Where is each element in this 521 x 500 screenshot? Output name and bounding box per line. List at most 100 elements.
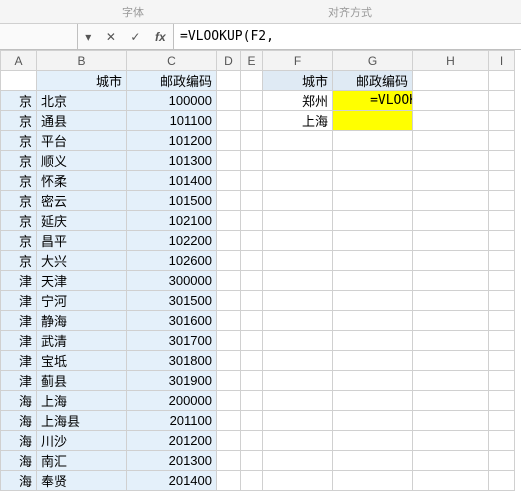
cell[interactable] [263,271,333,291]
cell[interactable] [217,311,241,331]
cell[interactable] [489,271,515,291]
col-E[interactable]: E [241,51,263,71]
cell[interactable] [263,451,333,471]
cell[interactable]: 京 [1,151,37,171]
cell[interactable] [263,431,333,451]
cell[interactable] [241,451,263,471]
cell[interactable] [333,371,413,391]
cell[interactable] [217,451,241,471]
cell[interactable] [489,91,515,111]
dropdown-icon[interactable]: ▾ [85,30,91,44]
cell[interactable] [413,71,489,91]
cell[interactable] [333,451,413,471]
cell[interactable] [217,371,241,391]
cell[interactable] [413,291,489,311]
cell[interactable]: 怀柔 [37,171,127,191]
cell[interactable]: 201200 [127,431,217,451]
cell[interactable] [489,71,515,91]
cell[interactable] [413,391,489,411]
cell[interactable]: 宁河 [37,291,127,311]
cell[interactable] [489,151,515,171]
cell[interactable] [241,191,263,211]
cell[interactable] [489,471,515,491]
cell[interactable] [241,431,263,451]
cell[interactable] [333,351,413,371]
cell[interactable] [333,131,413,151]
cell[interactable]: 101200 [127,131,217,151]
col-F[interactable]: F [263,51,333,71]
cell[interactable] [489,231,515,251]
cell[interactable]: 密云 [37,191,127,211]
cell[interactable] [333,271,413,291]
cell[interactable]: 津 [1,311,37,331]
col-A[interactable]: A [1,51,37,71]
cell[interactable] [241,211,263,231]
cell[interactable] [413,111,489,131]
cell[interactable] [241,411,263,431]
cell[interactable] [241,71,263,91]
cell[interactable] [333,111,413,131]
cell[interactable]: 平台 [37,131,127,151]
cell[interactable]: 301900 [127,371,217,391]
cell[interactable] [217,191,241,211]
cell[interactable] [217,231,241,251]
cell[interactable] [413,251,489,271]
cell[interactable] [241,151,263,171]
col-B[interactable]: B [37,51,127,71]
cell[interactable] [241,471,263,491]
cell[interactable]: 101300 [127,151,217,171]
cell[interactable] [263,151,333,171]
cell[interactable]: 301600 [127,311,217,331]
cell[interactable] [333,291,413,311]
cell[interactable]: 津 [1,371,37,391]
formula-edit-cell[interactable]: =VLOOKUP(F2, [335,93,413,109]
cell[interactable] [241,91,263,111]
cell[interactable]: 城市 [263,71,333,91]
cell[interactable] [263,371,333,391]
cell[interactable] [217,431,241,451]
cell[interactable]: 静海 [37,311,127,331]
cell[interactable] [333,431,413,451]
cell[interactable]: 蓟县 [37,371,127,391]
col-H[interactable]: H [413,51,489,71]
cell[interactable]: 京 [1,111,37,131]
cell[interactable] [489,311,515,331]
cell[interactable] [263,331,333,351]
cell[interactable]: 200000 [127,391,217,411]
cell[interactable]: 301500 [127,291,217,311]
cell[interactable]: =VLOOKUP(F2, [333,91,413,111]
cell[interactable] [413,131,489,151]
cancel-icon[interactable]: ✕ [106,30,116,44]
cell[interactable]: 101100 [127,111,217,131]
cell[interactable] [217,71,241,91]
cell[interactable]: 顺义 [37,151,127,171]
cell[interactable]: 大兴 [37,251,127,271]
cell[interactable]: 上海县 [37,411,127,431]
cell[interactable]: 京 [1,211,37,231]
cell[interactable] [413,311,489,331]
cell[interactable] [241,131,263,151]
cell[interactable] [217,251,241,271]
cell[interactable] [217,91,241,111]
cell[interactable] [263,351,333,371]
cell[interactable]: 郑州 [263,91,333,111]
cell[interactable] [333,171,413,191]
cell[interactable] [333,471,413,491]
cell[interactable] [263,191,333,211]
cell[interactable] [489,171,515,191]
cell[interactable] [263,291,333,311]
cell[interactable]: 京 [1,131,37,151]
cell[interactable] [263,211,333,231]
cell[interactable] [333,311,413,331]
cell[interactable]: 301700 [127,331,217,351]
cell[interactable]: 300000 [127,271,217,291]
cell[interactable]: 201100 [127,411,217,431]
col-G[interactable]: G [333,51,413,71]
cell[interactable] [217,411,241,431]
cell[interactable] [217,471,241,491]
cell[interactable]: 宝坻 [37,351,127,371]
cell[interactable]: 邮政编码 [127,71,217,91]
cell[interactable]: 延庆 [37,211,127,231]
cell[interactable]: 京 [1,171,37,191]
accept-icon[interactable]: ✓ [130,30,140,44]
